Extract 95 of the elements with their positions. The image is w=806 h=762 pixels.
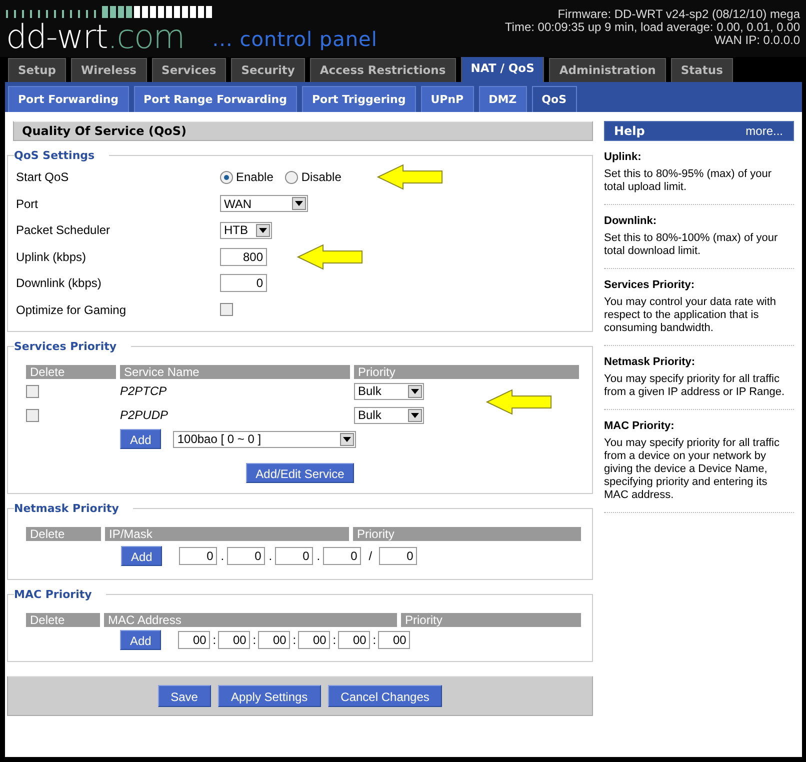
tagline: ... control panel [212, 28, 378, 52]
sub-tab[interactable]: QoS [532, 86, 577, 112]
form-button[interactable]: Cancel Changes [328, 685, 442, 707]
service-dropdown[interactable]: 100bao [ 0 ~ 0 ] [173, 430, 356, 448]
dropdown[interactable]: WAN [220, 195, 308, 212]
page-title: Quality Of Service (QoS) [13, 121, 593, 141]
separator: : [252, 633, 258, 647]
help-heading: Downlink: [604, 215, 658, 228]
priority-dropdown[interactable]: Bulk [354, 406, 424, 424]
nav-tab[interactable]: Administration [549, 58, 666, 82]
sub-tab[interactable]: DMZ [478, 86, 527, 112]
ip-octet-field[interactable]: 0 [227, 547, 266, 565]
more-link[interactable]: more... [746, 124, 783, 138]
separator: . [268, 549, 274, 563]
section-title: Netmask Priority [14, 502, 120, 515]
separator: : [372, 633, 378, 647]
section-title: Services Priority [14, 340, 118, 353]
nav-tab[interactable]: Status [670, 58, 733, 82]
help-text: Set this to 80%-100% (max) of your total download limit. [604, 232, 779, 258]
radio-label: Enable [236, 170, 274, 184]
mac-byte-field[interactable]: 00 [178, 631, 210, 649]
sub-tab[interactable]: Port Forwarding [8, 86, 129, 112]
field-label: Port [16, 196, 40, 211]
field-label: Packet Scheduler [16, 223, 112, 238]
status-text: WAN IP: 0.0.0.0 [713, 34, 800, 47]
nav-tab[interactable]: Access Restrictions [310, 58, 456, 82]
nav-tab[interactable]: Wireless [71, 58, 147, 82]
separator: / [368, 549, 374, 563]
separator: . [316, 549, 322, 563]
field-label: Uplink (kbps) [16, 250, 88, 264]
checkbox[interactable] [220, 303, 233, 316]
sub-tab[interactable]: Port Range Forwarding [134, 86, 297, 112]
mask-field[interactable]: 0 [379, 547, 418, 565]
radio-button[interactable] [285, 170, 298, 184]
form-button[interactable]: Apply Settings [218, 685, 321, 707]
arrow-icon [486, 389, 552, 415]
ip-octet-field[interactable]: 0 [275, 547, 314, 565]
status-text: Firmware: DD-WRT v24-sp2 (08/12/10) mega [556, 8, 800, 21]
section-title: QoS Settings [14, 149, 96, 162]
help-text: You may specify priority for all traffic from a device on your network by giving the device a Device Name, specifying priority and entering its MAC address. [604, 437, 780, 502]
priority-dropdown[interactable]: Bulk [354, 382, 424, 400]
add-button[interactable]: Add [121, 546, 162, 566]
nav-tab[interactable]: Setup [8, 58, 66, 82]
mac-byte-field[interactable]: 00 [258, 631, 290, 649]
help-heading: Netmask Priority: [604, 356, 696, 369]
input-field[interactable]: 0 [220, 274, 267, 292]
service-name: P2PTCP [120, 384, 168, 398]
nav-tab[interactable]: Services [152, 58, 226, 82]
radio-label: Disable [301, 170, 342, 184]
add-button[interactable]: Add [120, 429, 162, 449]
help-heading: Services Priority: [604, 279, 696, 292]
help-text: You may control your data rate with respect to the application that is consuming bandwidth. [604, 296, 778, 335]
separator: . [220, 549, 226, 563]
status-text: Time: 00:09:35 up 9 min, load average: 0.00, 0.01, 0.00 [504, 21, 800, 34]
column-header: IP/Mask [105, 527, 349, 541]
column-header: Delete [26, 527, 101, 541]
field-label: Downlink (kbps) [16, 276, 102, 290]
column-header: Priority [354, 365, 579, 379]
dropdown[interactable]: HTB [220, 222, 272, 239]
sub-tab[interactable]: Port Triggering [302, 86, 416, 112]
ip-octet-field[interactable]: 0 [323, 547, 362, 565]
help-text: Set this to 80%-95% (max) of your total upload limit. [604, 168, 773, 194]
mac-byte-field[interactable]: 00 [378, 631, 410, 649]
separator: : [292, 633, 298, 647]
mac-byte-field[interactable]: 00 [338, 631, 370, 649]
column-header: Delete [26, 613, 100, 627]
mac-byte-field[interactable]: 00 [298, 631, 330, 649]
section-title: MAC Priority [14, 588, 93, 601]
separator: : [212, 633, 218, 647]
service-name: P2PUDP [120, 408, 170, 422]
radio-button[interactable] [220, 170, 233, 184]
sub-tab[interactable]: UPnP [420, 86, 474, 112]
help-heading: MAC Priority: [604, 420, 676, 433]
ip-octet-field[interactable]: 0 [179, 547, 218, 565]
checkbox[interactable] [26, 408, 39, 422]
form-button[interactable]: Save [158, 685, 211, 707]
help-text: You may specify priority for all traffic from a given IP address or IP Range. [604, 373, 786, 399]
logo: dd-wrt.com [6, 22, 184, 52]
mac-byte-field[interactable]: 00 [218, 631, 250, 649]
input-field[interactable]: 800 [220, 248, 267, 266]
column-header: Service Name [120, 365, 350, 379]
checkbox[interactable] [26, 384, 39, 398]
nav-tab[interactable]: Security [231, 58, 305, 82]
field-label: Optimize for Gaming [16, 302, 128, 317]
column-header: Delete [26, 365, 116, 379]
column-header: MAC Address [104, 613, 397, 627]
add-button[interactable]: Add [120, 630, 162, 650]
add-edit-service-button[interactable]: Add/Edit Service [246, 463, 354, 483]
help-title: Help [614, 124, 645, 138]
field-label: Start QoS [16, 170, 70, 184]
logo-bars-icon [6, 6, 212, 18]
column-header: Priority [353, 527, 581, 541]
column-header: Priority [401, 613, 581, 627]
separator: : [332, 633, 338, 647]
help-heading: Uplink: [604, 151, 642, 164]
